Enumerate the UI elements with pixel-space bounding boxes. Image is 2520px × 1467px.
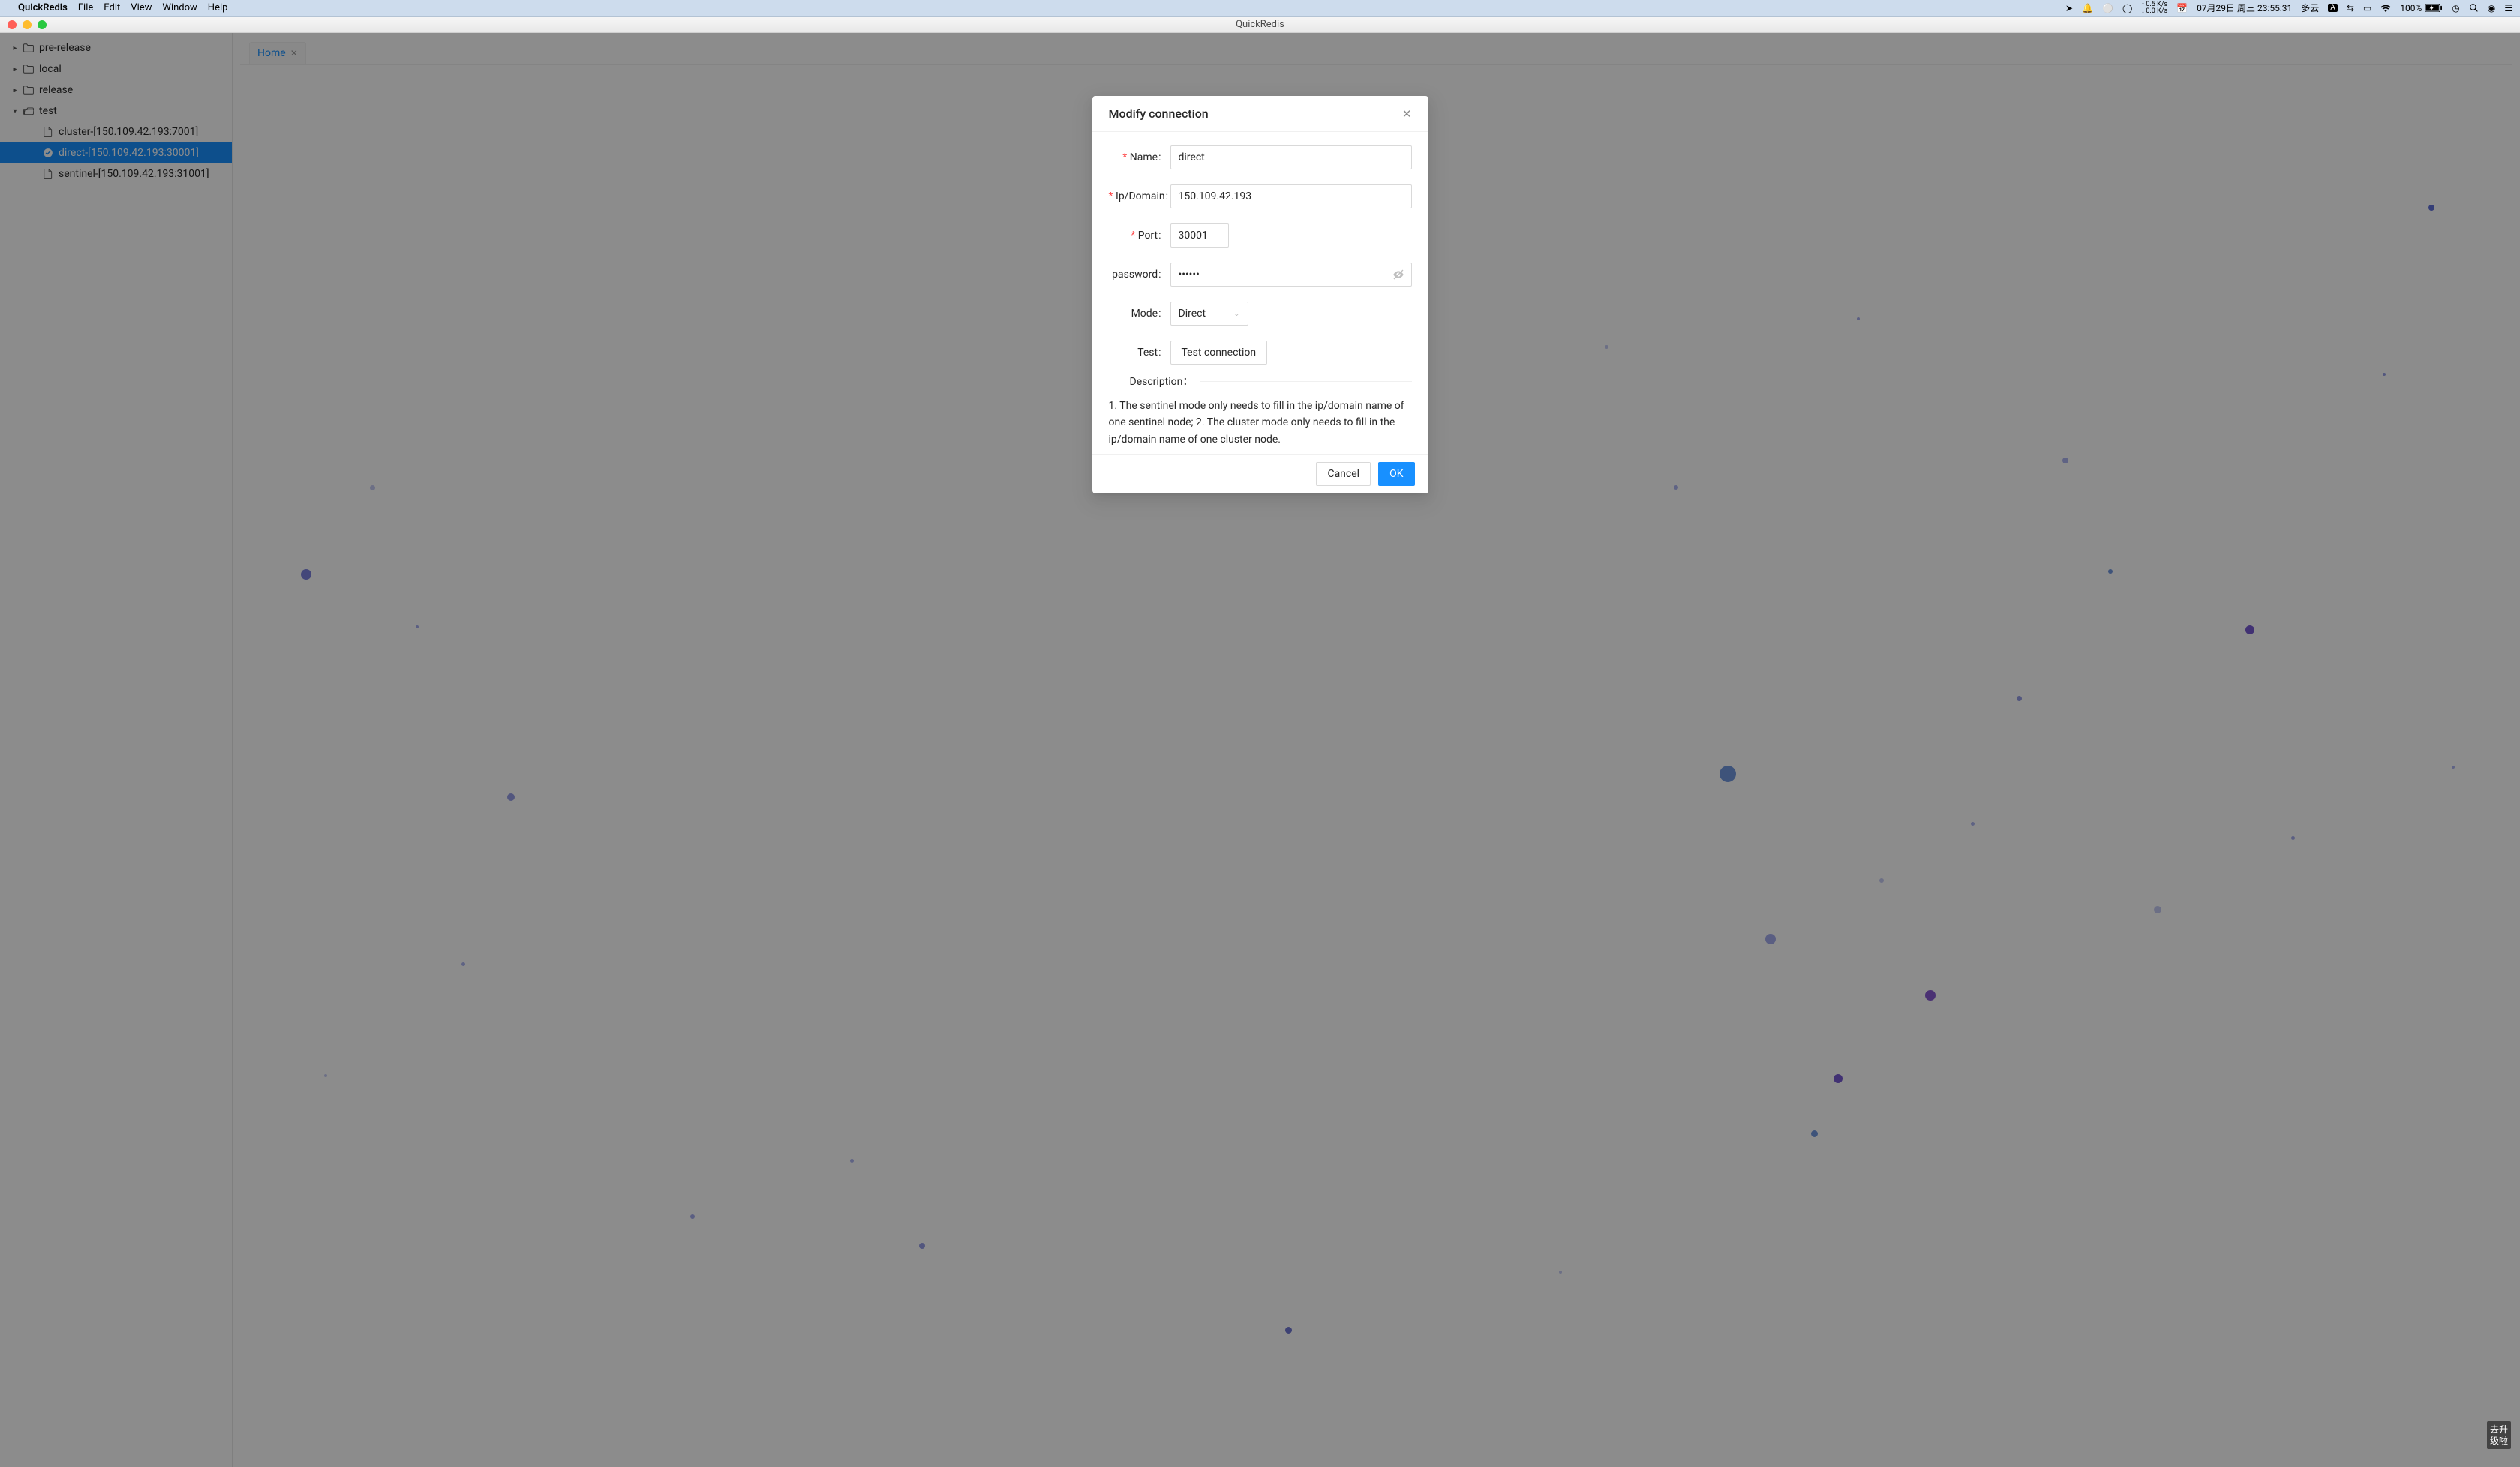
network-speed: 0.5 K/s 0.0 K/s [2141, 2, 2167, 15]
battery-status[interactable]: 100% [2400, 3, 2443, 14]
upgrade-badge[interactable]: 去升 级啦 [2487, 1421, 2511, 1449]
menubar-edit[interactable]: Edit [104, 2, 120, 14]
ip-input[interactable] [1170, 184, 1412, 208]
wifi-icon[interactable] [2380, 4, 2391, 12]
ime-indicator[interactable]: A [2328, 4, 2338, 12]
modify-connection-modal: Modify connection ✕ Name: Ip/Domain: Por… [1092, 96, 1428, 494]
chevron-down-icon: ⌄ [1233, 310, 1239, 318]
port-input[interactable] [1170, 224, 1229, 248]
menubar-file[interactable]: File [78, 2, 93, 14]
menu-icon[interactable]: ☰ [2504, 3, 2512, 14]
sync-icon[interactable]: ⇆ [2347, 3, 2354, 14]
port-label: Port: [1109, 230, 1170, 242]
mode-select[interactable]: Direct ⌄ [1170, 302, 1248, 326]
window-title: QuickRedis [0, 19, 2520, 30]
display-icon[interactable]: ▭ [2363, 3, 2371, 14]
menubar-window[interactable]: Window [162, 2, 197, 14]
menubar-view[interactable]: View [131, 2, 152, 14]
modal-title: Modify connection [1109, 106, 1209, 121]
modal-mask: Modify connection ✕ Name: Ip/Domain: Por… [0, 33, 2520, 1467]
calendar-icon[interactable]: 📅 [2176, 3, 2188, 14]
bell-icon[interactable]: 🔔 [2082, 3, 2093, 14]
name-label: Name: [1109, 152, 1170, 164]
circle-icon[interactable]: ◯ [2122, 3, 2132, 14]
description-label: Description： [1109, 374, 1194, 388]
name-input[interactable] [1170, 146, 1412, 170]
menubar-help[interactable]: Help [208, 2, 228, 14]
mode-value: Direct [1179, 308, 1206, 320]
paper-plane-icon[interactable]: ➤ [2065, 3, 2073, 14]
ip-label: Ip/Domain: [1109, 190, 1170, 202]
cancel-button[interactable]: Cancel [1316, 462, 1371, 486]
menubar-app-name[interactable]: QuickRedis [18, 2, 68, 14]
window-titlebar: QuickRedis [0, 16, 2520, 33]
test-connection-button[interactable]: Test connection [1170, 340, 1268, 364]
description-divider: Description： [1109, 374, 1412, 388]
macos-menubar: QuickRedis File Edit View Window Help ➤ … [0, 0, 2520, 16]
description-text: 1. The sentinel mode only needs to fill … [1109, 398, 1412, 448]
password-input[interactable] [1170, 262, 1412, 286]
clock-icon[interactable]: ◷ [2452, 3, 2459, 14]
search-icon[interactable] [2469, 3, 2479, 13]
eye-invisible-icon[interactable] [1392, 268, 1404, 280]
close-icon[interactable]: ✕ [1402, 107, 1412, 121]
siri-icon[interactable]: ◉ [2488, 3, 2495, 14]
mode-label: Mode: [1109, 308, 1170, 320]
password-label: password: [1109, 268, 1170, 280]
menubar-weather[interactable]: 多云 [2301, 2, 2319, 14]
mouse-icon[interactable]: ⚪ [2102, 3, 2113, 14]
ok-button[interactable]: OK [1378, 462, 1414, 486]
test-label: Test: [1109, 346, 1170, 358]
menubar-datetime[interactable]: 07月29日 周三 23:55:31 [2197, 2, 2292, 14]
